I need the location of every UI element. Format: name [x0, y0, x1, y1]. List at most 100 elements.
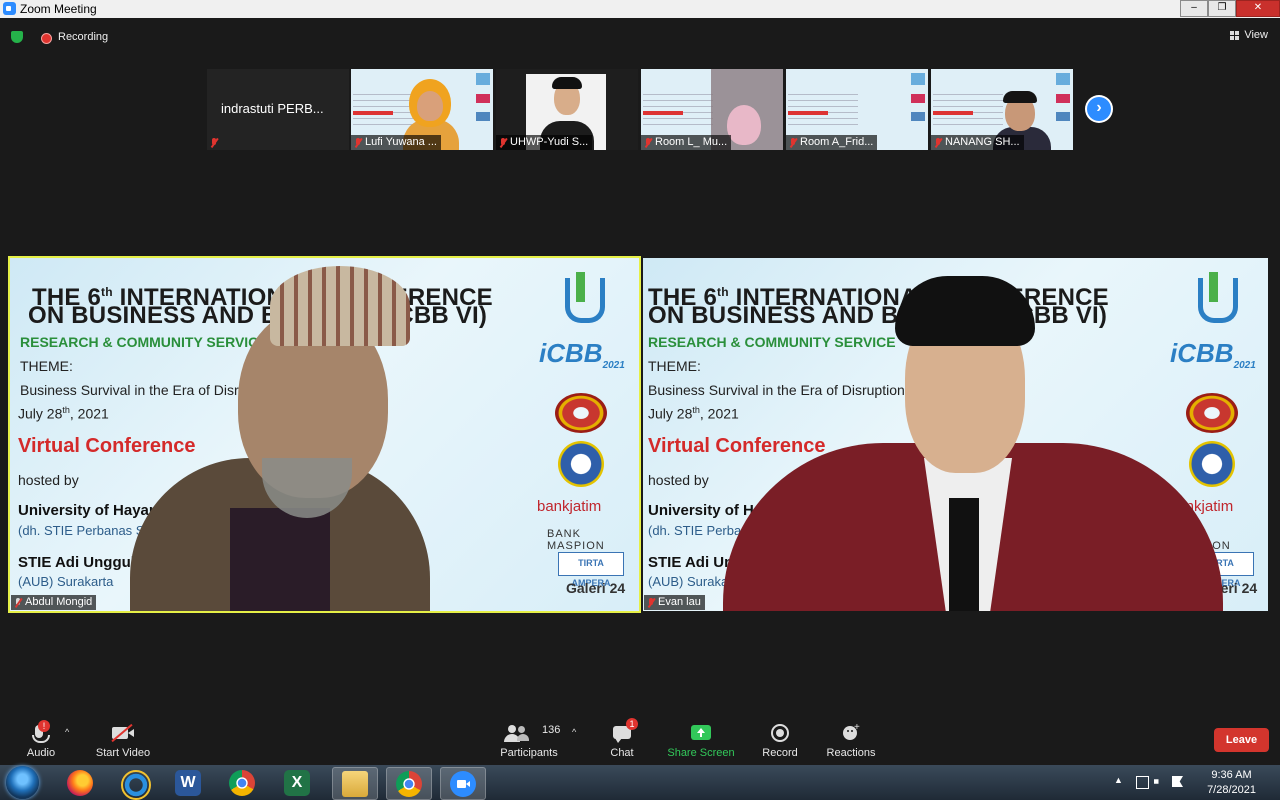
word-icon: W: [175, 770, 201, 796]
audio-warning-badge: !: [38, 720, 50, 732]
chrome-window-taskbar-button[interactable]: [386, 767, 432, 800]
os-taskbar: W X ▲ 9:36 AM 7/28/2021: [0, 765, 1280, 800]
maspion-logo: BANK MASPION: [547, 528, 605, 552]
speaker-name-tag: Evan lau: [644, 595, 705, 610]
participant-name: UHWP-Yudi S...: [510, 136, 589, 148]
mini-slide-banner: [788, 111, 828, 115]
file-explorer-taskbar-button[interactable]: [332, 767, 378, 800]
speaker-hat: [270, 266, 410, 346]
main-video-tile[interactable]: THE 6th INTERNATIONAL CONFERENCE ON BUSI…: [8, 256, 641, 613]
main-video-tile[interactable]: THE 6th INTERNATIONAL CONFERENCE ON BUSI…: [643, 258, 1268, 611]
muted-mic-icon: [644, 137, 652, 148]
show-hidden-icons-chevron-icon[interactable]: ▲: [1114, 775, 1123, 785]
clock[interactable]: 9:36 AM 7/28/2021: [1207, 768, 1256, 798]
participant-thumbnail[interactable]: Room A_Frid...: [786, 69, 928, 150]
internet-explorer-taskbar-button[interactable]: [112, 767, 156, 800]
smiley-plus-icon: +: [806, 722, 896, 743]
reactions-label: Reactions: [826, 747, 876, 759]
share-screen-label: Share Screen: [667, 747, 735, 759]
microphone-icon: !: [0, 720, 86, 743]
start-video-button[interactable]: Start Video: [78, 723, 168, 759]
sponsor-seal-logo: [555, 393, 607, 433]
share-screen-icon: [656, 723, 746, 743]
mini-slide-logos: [1056, 73, 1070, 133]
word-taskbar-button[interactable]: W: [166, 767, 210, 798]
close-button[interactable]: ✕: [1236, 0, 1280, 17]
zoom-icon: [450, 771, 476, 797]
slide-title-line2: ON BUSINESS AND BANKING (ICBB VI): [648, 302, 1108, 329]
participants-options-chevron-icon[interactable]: ^: [572, 727, 576, 737]
next-page-button[interactable]: ›: [1085, 95, 1113, 123]
participant-face: [417, 91, 443, 121]
encryption-shield-icon[interactable]: [11, 31, 23, 43]
share-screen-button[interactable]: Share Screen: [656, 723, 746, 759]
chat-button[interactable]: 1 Chat: [577, 718, 667, 759]
zoom-app-icon: [3, 2, 16, 15]
participant-name: NANANG SH...: [945, 136, 1020, 148]
firefox-icon: [67, 770, 93, 796]
participant-hair: [552, 77, 582, 89]
speaker-tie: [949, 498, 979, 611]
speaker-name: Abdul Mongid: [25, 596, 93, 608]
participants-icon: 136: [484, 723, 574, 743]
chat-label: Chat: [610, 747, 634, 759]
slide-virtual-conference: Virtual Conference: [18, 435, 196, 457]
participants-button[interactable]: 136 Participants: [484, 723, 574, 759]
grid-view-icon: [1230, 30, 1240, 40]
volume-icon[interactable]: [1154, 776, 1163, 787]
participant-thumbnail[interactable]: indrastuti PERB...: [207, 69, 349, 150]
network-icon[interactable]: [1136, 776, 1149, 789]
slide-virtual-conference: Virtual Conference: [648, 435, 826, 457]
chrome-taskbar-button[interactable]: [220, 767, 264, 798]
clock-date: 7/28/2021: [1207, 784, 1256, 796]
muted-mic-icon: [647, 597, 655, 608]
speaker-hair: [895, 276, 1035, 346]
excel-taskbar-button[interactable]: X: [275, 767, 319, 798]
participant-name-tag: [207, 135, 222, 150]
zoom-taskbar-button[interactable]: [440, 767, 486, 800]
speaker-name: Evan lau: [658, 596, 701, 608]
chrome-icon: [396, 771, 422, 797]
system-tray: ▲ 9:36 AM 7/28/2021: [1110, 765, 1280, 800]
audio-label: Audio: [26, 747, 56, 759]
start-video-label: Start Video: [95, 747, 151, 759]
participant-name-tag: UHWP-Yudi S...: [496, 135, 593, 150]
windows-start-button[interactable]: [6, 766, 39, 799]
muted-mic-icon: [210, 137, 218, 148]
meeting-toolbar: ! Audio ^ Start Video 136 Participants ^…: [0, 715, 1280, 765]
firefox-taskbar-button[interactable]: [58, 767, 102, 798]
icbb-logo: iCBB2021: [1170, 338, 1256, 372]
video-off-icon: [78, 723, 168, 743]
audio-button[interactable]: ! Audio: [0, 720, 86, 759]
action-center-flag-icon[interactable]: [1172, 776, 1183, 787]
chat-icon: 1: [577, 718, 667, 743]
minimize-button[interactable]: –: [1180, 0, 1208, 17]
mini-slide-lines: [643, 89, 713, 129]
participants-label: Participants: [500, 747, 558, 759]
slide-research: RESEARCH & COMMUNITY SERVICE: [648, 334, 896, 350]
audio-options-chevron-icon[interactable]: ^: [65, 727, 69, 737]
participant-thumbnail[interactable]: Lufi Yuwana ...: [351, 69, 493, 150]
window-title-bar: Zoom Meeting – ❐ ✕: [0, 0, 1280, 18]
chevron-right-icon: ›: [1096, 99, 1102, 116]
mini-slide-lines: [788, 89, 858, 129]
sponsor-seal-logo: [1189, 441, 1235, 487]
mini-slide-lines: [933, 89, 1003, 129]
participant-thumbnail[interactable]: UHWP-Yudi S...: [496, 69, 638, 150]
participant-hair: [1003, 91, 1037, 103]
participant-name-tag: NANANG SH...: [931, 135, 1024, 150]
internet-explorer-icon: [121, 770, 151, 800]
slide-theme-label: THEME:: [20, 358, 73, 374]
leave-button[interactable]: Leave: [1214, 728, 1269, 752]
reactions-button[interactable]: + Reactions: [806, 722, 896, 759]
maximize-button[interactable]: ❐: [1208, 0, 1236, 17]
sponsor-seal-logo: [1186, 393, 1238, 433]
participant-thumbnail[interactable]: Room L_ Mu...: [641, 69, 783, 150]
participant-name-tag: Room A_Frid...: [786, 135, 878, 150]
participant-thumbnail[interactable]: NANANG SH...: [931, 69, 1073, 150]
view-button[interactable]: View: [1230, 29, 1268, 41]
slide-hosted-by: hosted by: [648, 472, 709, 488]
recording-icon: [41, 33, 52, 44]
slide-hosted-by: hosted by: [18, 472, 79, 488]
mini-slide-banner: [933, 111, 973, 115]
